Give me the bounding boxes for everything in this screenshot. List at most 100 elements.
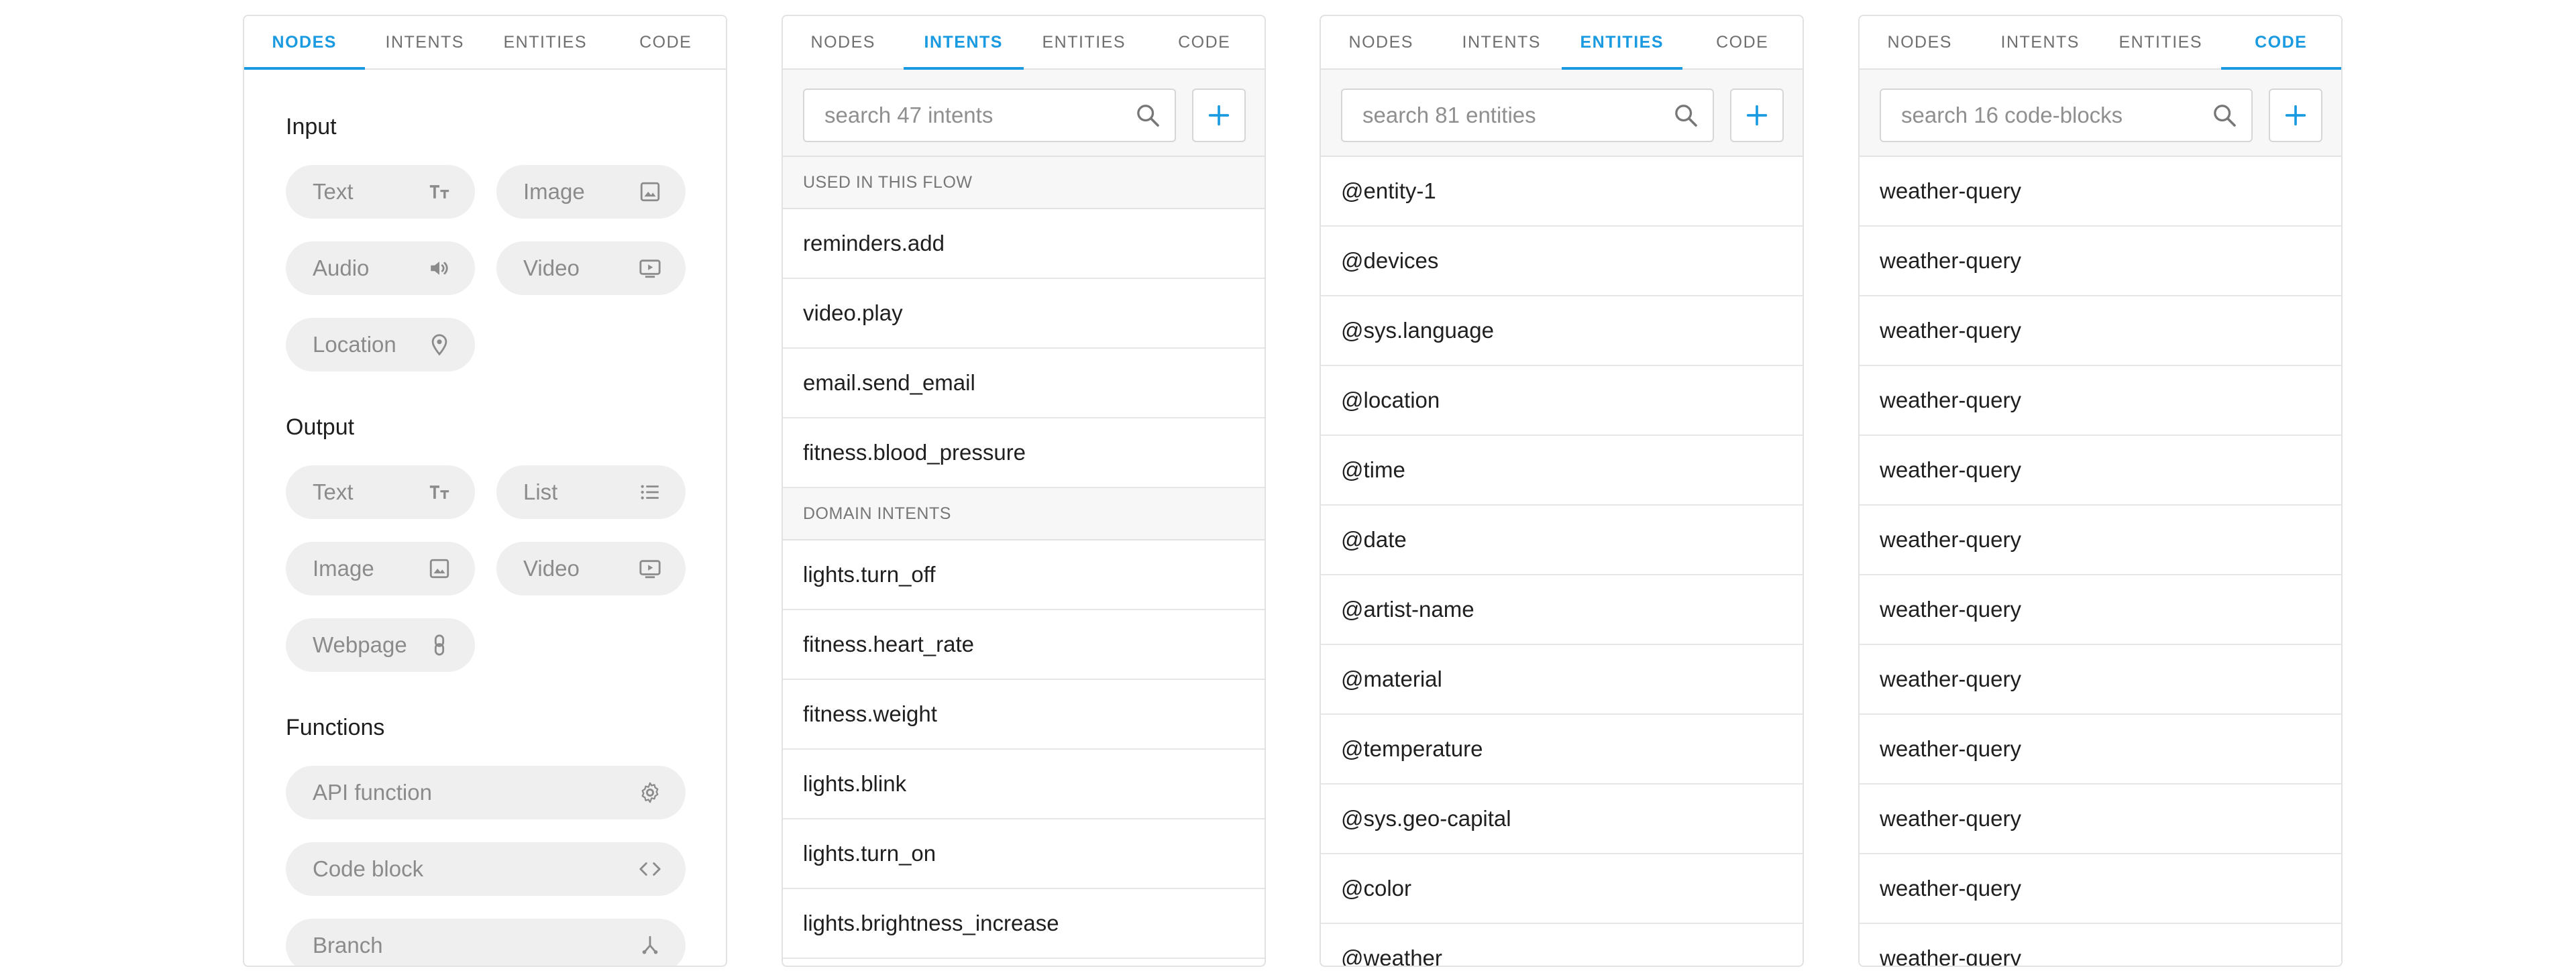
list-item[interactable]: fitness.heart_rate xyxy=(783,610,1265,680)
search-input[interactable] xyxy=(1901,103,2211,128)
input-location-node[interactable]: Location xyxy=(286,318,475,371)
speaker-icon xyxy=(428,257,451,280)
chip-label: List xyxy=(523,479,558,504)
list-item[interactable]: lights.brightness_increase xyxy=(783,889,1265,959)
code-block-list: weather-query weather-query weather-quer… xyxy=(1860,157,2341,966)
tab-bar: NODES INTENTS ENTITIES CODE xyxy=(1860,16,2341,70)
list-item[interactable]: reminders.add xyxy=(783,209,1265,279)
list-item[interactable]: @sys.language xyxy=(1321,296,1803,366)
list-item[interactable]: @sys.geo-capital xyxy=(1321,785,1803,854)
list-item[interactable]: @location xyxy=(1321,366,1803,436)
gear-icon xyxy=(639,781,661,804)
add-entity-button[interactable] xyxy=(1730,89,1784,142)
tab-nodes[interactable]: NODES xyxy=(244,16,365,70)
tab-intents[interactable]: INTENTS xyxy=(1980,16,2101,68)
list-item[interactable]: @date xyxy=(1321,506,1803,575)
list-item[interactable]: video.play xyxy=(783,279,1265,349)
list-item[interactable]: weather-query xyxy=(1860,785,2341,854)
tab-entities[interactable]: ENTITIES xyxy=(1562,16,1682,70)
output-text-node[interactable]: Text xyxy=(286,465,475,519)
location-pin-icon xyxy=(428,333,451,356)
search-icon[interactable] xyxy=(2211,102,2238,129)
tab-code[interactable]: CODE xyxy=(2220,16,2342,70)
search-input[interactable] xyxy=(1362,103,1672,128)
list-item[interactable]: @artist-name xyxy=(1321,575,1803,645)
tab-nodes[interactable]: NODES xyxy=(1321,16,1442,68)
search-icon[interactable] xyxy=(1672,102,1699,129)
list-item[interactable]: fitness.weight xyxy=(783,680,1265,750)
list-item[interactable]: weather-query xyxy=(1860,227,2341,296)
image-icon xyxy=(639,180,661,203)
list-item[interactable]: lights.blink xyxy=(783,750,1265,819)
entities-panel: NODES INTENTS ENTITIES CODE @entity-1 @d… xyxy=(1320,15,1804,967)
add-intent-button[interactable] xyxy=(1192,89,1246,142)
chip-label: Text xyxy=(313,479,354,504)
video-icon xyxy=(639,557,661,580)
intents-panel: NODES INTENTS ENTITIES CODE USED IN THIS… xyxy=(782,15,1266,967)
chip-label: Text xyxy=(313,179,354,204)
list-item[interactable]: weather-query xyxy=(1860,296,2341,366)
link-icon xyxy=(428,634,451,656)
list-item[interactable]: weather-query xyxy=(1860,366,2341,436)
list-item[interactable]: weather-query xyxy=(1860,645,2341,715)
tab-entities[interactable]: ENTITIES xyxy=(485,16,606,68)
output-webpage-node[interactable]: Webpage xyxy=(286,618,475,672)
list-item[interactable]: lights.turn_on xyxy=(783,819,1265,889)
input-image-node[interactable]: Image xyxy=(496,165,686,219)
plus-icon xyxy=(2285,105,2306,126)
tab-code[interactable]: CODE xyxy=(1682,16,1803,68)
list-item[interactable]: email.send_email xyxy=(783,349,1265,418)
output-section-title: Output xyxy=(286,414,355,440)
output-list-node[interactable]: List xyxy=(496,465,686,519)
chip-label: Location xyxy=(313,332,396,357)
tab-bar: NODES INTENTS ENTITIES CODE xyxy=(244,16,726,70)
list-item[interactable]: @color xyxy=(1321,854,1803,924)
api-function-node[interactable]: API function xyxy=(286,766,686,819)
input-text-node[interactable]: Text xyxy=(286,165,475,219)
list-item[interactable]: @devices xyxy=(1321,227,1803,296)
tab-code[interactable]: CODE xyxy=(1144,16,1265,68)
tab-intents[interactable]: INTENTS xyxy=(903,16,1024,70)
search-icon[interactable] xyxy=(1134,102,1161,129)
chip-label: Video xyxy=(523,556,580,581)
list-item[interactable]: weather-query xyxy=(1860,924,2341,966)
chip-label: Video xyxy=(523,255,580,280)
list-item[interactable]: weather-query xyxy=(1860,157,2341,227)
output-video-node[interactable]: Video xyxy=(496,542,686,595)
plus-icon xyxy=(1746,105,1768,126)
list-item[interactable]: weather-query xyxy=(1860,854,2341,924)
plus-icon xyxy=(1208,105,1230,126)
input-video-node[interactable]: Video xyxy=(496,241,686,295)
tab-nodes[interactable]: NODES xyxy=(1860,16,1980,68)
list-item[interactable]: weather-query xyxy=(1860,436,2341,506)
list-item[interactable]: @temperature xyxy=(1321,715,1803,785)
tab-code[interactable]: CODE xyxy=(606,16,727,68)
output-image-node[interactable]: Image xyxy=(286,542,475,595)
list-item[interactable]: weather-query xyxy=(1860,715,2341,785)
add-code-block-button[interactable] xyxy=(2269,89,2322,142)
branch-node[interactable]: Branch xyxy=(286,919,686,966)
video-icon xyxy=(639,257,661,280)
list-item[interactable]: lights.turn_off xyxy=(783,540,1265,610)
search-input[interactable] xyxy=(824,103,1134,128)
list-item[interactable]: weather-query xyxy=(1860,575,2341,645)
tab-entities[interactable]: ENTITIES xyxy=(1024,16,1144,68)
tab-nodes[interactable]: NODES xyxy=(783,16,904,68)
code-block-node[interactable]: Code block xyxy=(286,842,686,896)
tab-intents[interactable]: INTENTS xyxy=(1442,16,1562,68)
tab-bar: NODES INTENTS ENTITIES CODE xyxy=(783,16,1265,70)
chip-label: Image xyxy=(313,556,374,581)
group-header-domain-intents: DOMAIN INTENTS xyxy=(783,488,1265,540)
nodes-panel: NODES INTENTS ENTITIES CODE Input Text I… xyxy=(243,15,727,967)
input-audio-node[interactable]: Audio xyxy=(286,241,475,295)
list-item[interactable]: fitness.blood_pressure xyxy=(783,418,1265,488)
list-item[interactable]: @entity-1 xyxy=(1321,157,1803,227)
list-item[interactable]: weather-query xyxy=(1860,506,2341,575)
chip-label: Image xyxy=(523,179,585,204)
list-item[interactable]: @weather xyxy=(1321,924,1803,966)
tab-entities[interactable]: ENTITIES xyxy=(2100,16,2221,68)
tab-intents[interactable]: INTENTS xyxy=(365,16,486,68)
text-format-icon xyxy=(428,180,451,203)
list-item[interactable]: @material xyxy=(1321,645,1803,715)
list-item[interactable]: @time xyxy=(1321,436,1803,506)
